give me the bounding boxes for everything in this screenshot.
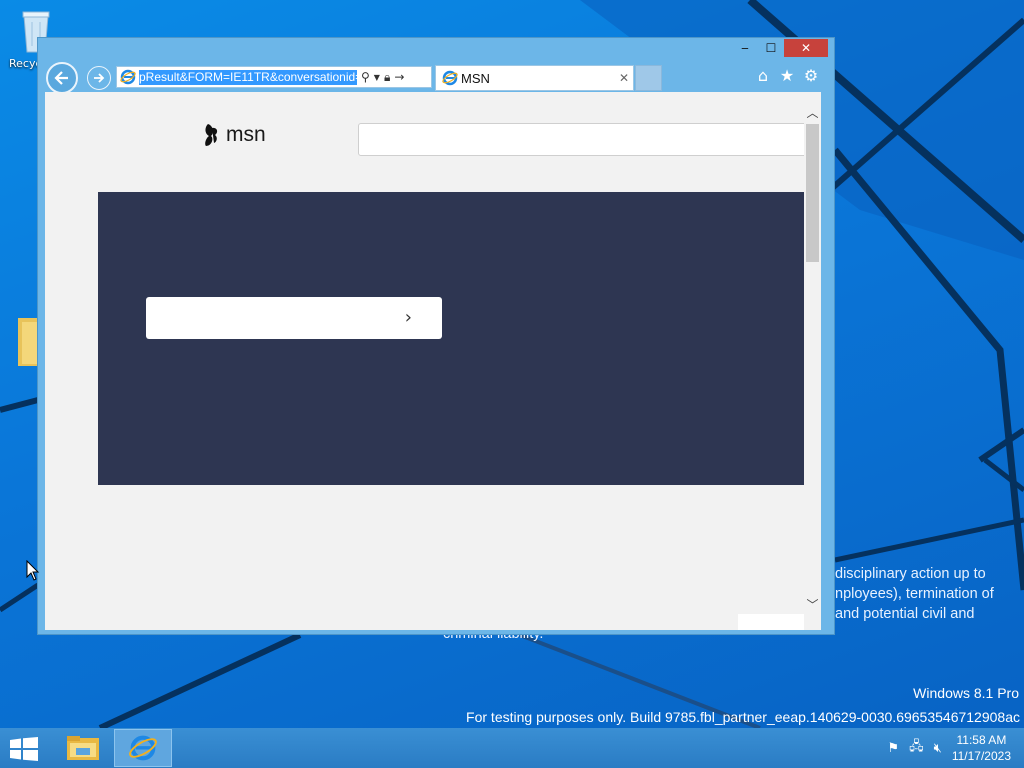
go-arrow-icon[interactable]: → <box>394 70 404 84</box>
scrollbar-thumb[interactable] <box>806 124 819 262</box>
clock-time: 11:58 AM <box>956 733 1007 747</box>
arrow-right-icon <box>94 73 105 83</box>
taskbar-file-explorer[interactable] <box>54 729 112 767</box>
msn-logo[interactable]: msn <box>202 122 266 148</box>
navigation-bar: pResult&FORM=IE11TR&conversationid= ⚲ ▼ … <box>38 62 834 94</box>
taskbar: ⚑ 🖧︎ 🔇︎ 11:58 AM 11/17/2023 <box>0 728 1024 768</box>
back-button[interactable] <box>46 62 78 94</box>
arrow-left-icon <box>54 71 68 85</box>
tab-title: MSN <box>461 70 490 86</box>
address-tools: ⚲ ▼ 🔒︎ → <box>361 70 404 85</box>
ie-logo-icon <box>442 70 458 86</box>
ie-logo-icon <box>120 69 136 85</box>
ie-logo-icon <box>129 735 157 761</box>
clock-date: 11/17/2023 <box>951 749 1011 763</box>
window-controls: ‒ ☐ ✕ <box>732 39 828 57</box>
logo-text: msn <box>226 123 266 146</box>
network-icon[interactable]: 🖧︎ <box>909 737 924 759</box>
search-input[interactable] <box>358 123 813 156</box>
address-bar[interactable]: pResult&FORM=IE11TR&conversationid= ⚲ ▼ … <box>116 66 432 88</box>
action-center-flag-icon[interactable]: ⚑ <box>887 741 899 756</box>
lock-icon[interactable]: 🔒︎ <box>384 70 390 85</box>
forward-button[interactable] <box>87 66 111 90</box>
scroll-down-icon[interactable]: ﹀ <box>804 596 821 613</box>
maximize-button[interactable]: ☐ <box>758 39 784 57</box>
browser-window: ‒ ☐ ✕ pResult&FORM=IE11TR&conversationid… <box>37 37 835 635</box>
home-icon[interactable]: ⌂ <box>754 66 772 85</box>
butterfly-icon <box>205 124 218 146</box>
hero-button[interactable]: › <box>146 297 442 339</box>
file-explorer-icon <box>67 736 99 760</box>
taskbar-internet-explorer[interactable] <box>114 729 172 767</box>
minimize-button[interactable]: ‒ <box>732 39 758 57</box>
page-content: msn › ︿ ﹀ <box>45 92 821 630</box>
new-tab-button[interactable] <box>635 65 662 91</box>
folder-icon <box>18 318 38 366</box>
close-button[interactable]: ✕ <box>784 39 828 57</box>
chevron-right-icon: › <box>404 307 412 328</box>
search-icon[interactable]: ⚲ <box>361 70 370 84</box>
footer-strip <box>738 614 811 630</box>
tab-msn[interactable]: MSN ✕ <box>435 65 634 91</box>
address-url[interactable]: pResult&FORM=IE11TR&conversationid= <box>139 69 357 85</box>
desktop-icon-folder[interactable] <box>12 318 38 369</box>
windows-edition: Windows 8.1 Pro <box>913 685 1019 701</box>
volume-muted-icon[interactable]: 🔇︎ <box>934 741 942 756</box>
windows-start-icon[interactable] <box>10 737 38 761</box>
system-tray: ⚑ 🖧︎ 🔇︎ 11:58 AM 11/17/2023 <box>887 728 1024 768</box>
clock[interactable]: 11:58 AM 11/17/2023 <box>952 732 1011 764</box>
favorites-star-icon[interactable]: ★ <box>778 66 796 85</box>
vertical-scrollbar[interactable]: ︿ ﹀ <box>804 92 821 630</box>
hero-banner: › <box>98 192 812 485</box>
scroll-up-icon[interactable]: ︿ <box>804 104 821 121</box>
chevron-down-icon[interactable]: ▼ <box>374 73 380 82</box>
browser-toolbar: ⌂ ★ ⚙ <box>754 66 820 85</box>
mouse-cursor-icon <box>26 560 40 581</box>
settings-gear-icon[interactable]: ⚙ <box>802 66 820 85</box>
build-watermark: For testing purposes only. Build 9785.fb… <box>466 709 1020 725</box>
tab-close-icon[interactable]: ✕ <box>615 71 633 85</box>
